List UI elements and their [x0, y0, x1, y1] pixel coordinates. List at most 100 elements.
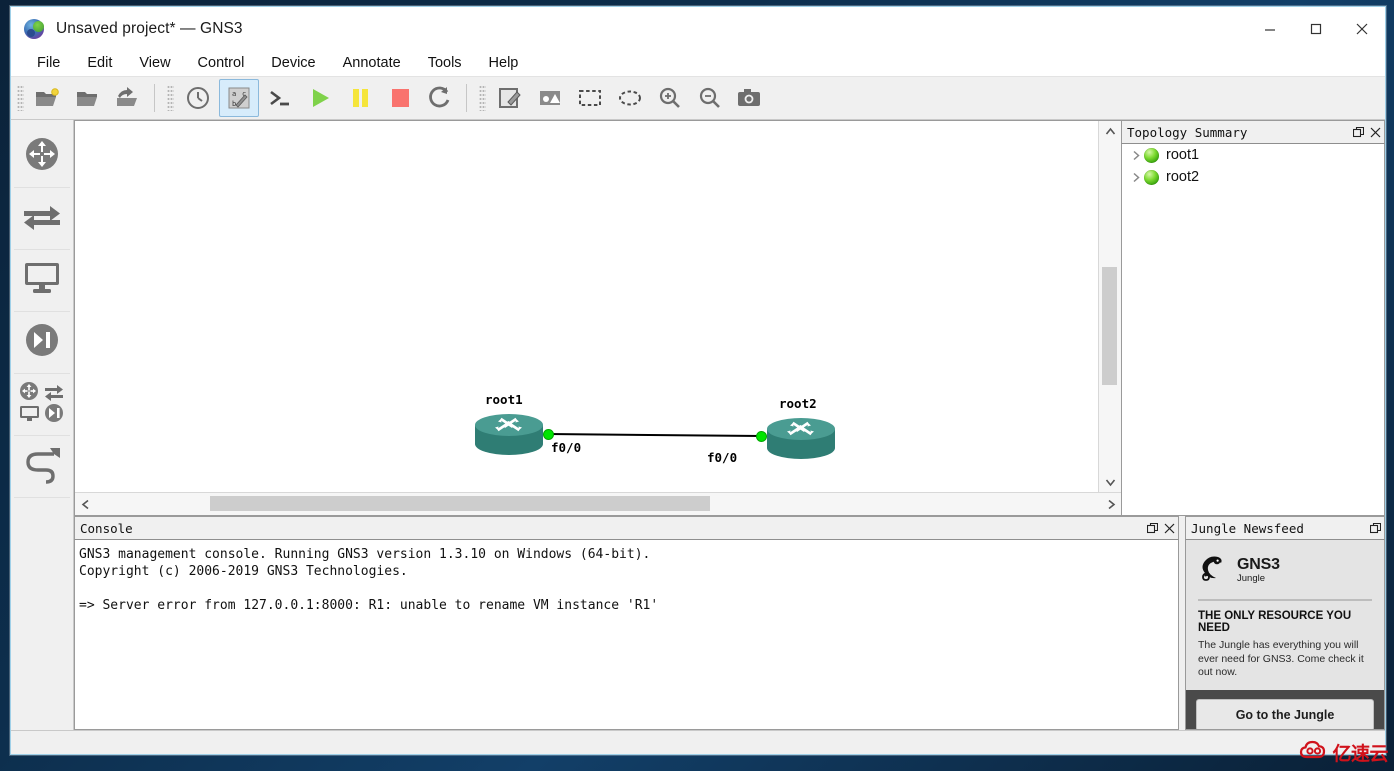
port-label-root1[interactable]: f0/0: [551, 440, 581, 455]
window-title: Unsaved project* — GNS3: [56, 19, 243, 37]
newsfeed-card: GNS3 Jungle THE ONLY RESOURCE YOU NEED T…: [1186, 540, 1384, 690]
save-project-icon[interactable]: [109, 80, 147, 116]
add-note-icon[interactable]: [491, 80, 529, 116]
status-led-root2: [1144, 169, 1159, 185]
show-hide-interface-labels-icon[interactable]: a c b: [219, 79, 259, 117]
newsfeed-heading: THE ONLY RESOURCE YOU NEED: [1198, 610, 1352, 634]
menu-device[interactable]: Device: [269, 54, 317, 73]
newsfeed-logo-title: GNS3: [1237, 556, 1280, 574]
open-project-icon[interactable]: [69, 80, 107, 116]
gns3-jungle-logo: GNS3 Jungle: [1198, 554, 1372, 587]
topology-summary-titlebar: Topology Summary: [1121, 120, 1385, 144]
newsfeed-title: Jungle Newsfeed: [1191, 520, 1304, 536]
all-devices-button[interactable]: [14, 374, 70, 436]
chevron-right-icon[interactable]: [1128, 172, 1144, 183]
horizontal-scrollbar-thumb[interactable]: [210, 496, 710, 511]
topology-summary-dock: Topology Summary root1 root2: [1121, 120, 1385, 516]
node-label-root1[interactable]: root1: [485, 392, 523, 407]
title-bar: Unsaved project* — GNS3: [11, 7, 1385, 50]
chevron-right-icon[interactable]: [1128, 150, 1144, 161]
toolbar-grip[interactable]: [17, 85, 24, 111]
switches-button[interactable]: [14, 188, 70, 250]
console-prompt-icon[interactable]: [261, 80, 299, 116]
console-error-line: => Server error from 127.0.0.1:8000: R1:…: [79, 597, 1178, 614]
canvas-row: root1 root2 f0/0 f0/0: [75, 121, 1121, 492]
float-icon[interactable]: [1144, 519, 1161, 537]
list-item[interactable]: root2: [1122, 166, 1384, 188]
draw-ellipse-icon[interactable]: [611, 80, 649, 116]
pause-icon[interactable]: [341, 80, 379, 116]
close-button[interactable]: [1339, 7, 1385, 50]
node-root1[interactable]: [473, 411, 545, 462]
snapshot-clock-icon[interactable]: [179, 80, 217, 116]
scroll-left-icon[interactable]: [75, 499, 95, 510]
minimize-button[interactable]: [1247, 7, 1293, 50]
stop-icon[interactable]: [381, 80, 419, 116]
insert-picture-icon[interactable]: [531, 80, 569, 116]
topology-link: [547, 433, 762, 437]
port-label-root2[interactable]: f0/0: [707, 450, 737, 465]
list-item[interactable]: root1: [1122, 144, 1384, 166]
all-devices-icon: [17, 380, 67, 429]
vertical-scrollbar-thumb[interactable]: [1102, 267, 1117, 385]
scroll-up-icon[interactable]: [1099, 121, 1121, 141]
menu-bar: File Edit View Control Device Annotate T…: [11, 50, 1385, 76]
routers-button[interactable]: [14, 126, 70, 188]
add-link-button[interactable]: [14, 436, 70, 498]
switch-icon: [20, 198, 64, 239]
menu-file[interactable]: File: [35, 54, 62, 73]
float-icon[interactable]: [1350, 123, 1367, 141]
close-icon[interactable]: [1367, 123, 1384, 141]
end-devices-button[interactable]: [14, 250, 70, 312]
menu-edit[interactable]: Edit: [85, 54, 114, 73]
menu-view[interactable]: View: [137, 54, 172, 73]
console-line: GNS3 management console. Running GNS3 ve…: [79, 547, 651, 562]
divider: [1198, 599, 1372, 601]
port-dot-root2[interactable]: [756, 431, 767, 442]
screenshot-icon[interactable]: [731, 80, 769, 116]
scroll-right-icon[interactable]: [1101, 499, 1121, 510]
draw-rectangle-icon[interactable]: [571, 80, 609, 116]
canvas-vertical-scrollbar[interactable]: [1098, 121, 1121, 492]
console-output[interactable]: GNS3 management console. Running GNS3 ve…: [74, 540, 1179, 730]
topology-canvas[interactable]: root1 root2 f0/0 f0/0: [75, 121, 1098, 492]
jungle-newsfeed-dock: Jungle Newsfeed GNS3 Jungle THE ONLY RES…: [1185, 516, 1385, 730]
main-toolbar: a c b: [11, 76, 1385, 120]
zoom-in-icon[interactable]: [651, 80, 689, 116]
menu-control[interactable]: Control: [196, 54, 247, 73]
watermark-text: 亿速云: [1332, 744, 1388, 765]
go-to-jungle-button[interactable]: Go to the Jungle: [1196, 698, 1374, 729]
reload-icon[interactable]: [421, 80, 459, 116]
scroll-down-icon[interactable]: [1099, 472, 1121, 492]
device-toolbar: [11, 120, 74, 730]
port-dot-root1[interactable]: [543, 429, 554, 440]
newsfeed-body: GNS3 Jungle THE ONLY RESOURCE YOU NEED T…: [1185, 540, 1385, 730]
console-title: Console: [80, 520, 133, 536]
new-project-icon[interactable]: [29, 80, 67, 116]
menu-help[interactable]: Help: [487, 54, 521, 73]
start-icon[interactable]: [301, 80, 339, 116]
node-root2[interactable]: [765, 415, 837, 466]
newsfeed-footer: Go to the Jungle: [1186, 689, 1384, 729]
svg-text:b: b: [232, 100, 236, 108]
float-icon[interactable]: [1367, 519, 1384, 537]
menu-tools[interactable]: Tools: [426, 54, 464, 73]
topology-canvas-panel: root1 root2 f0/0 f0/0: [74, 120, 1121, 516]
toolbar-grip-3[interactable]: [479, 85, 486, 111]
gns3-chameleon-icon: [24, 18, 46, 40]
canvas-horizontal-scrollbar[interactable]: [75, 492, 1121, 515]
firewall-icon: [21, 319, 63, 366]
topology-item-label: root1: [1166, 147, 1200, 163]
security-devices-button[interactable]: [14, 312, 70, 374]
watermark: 亿速云: [1299, 738, 1388, 767]
upper-area: root1 root2 f0/0 f0/0 Topology Summary r…: [74, 120, 1385, 516]
node-label-root2[interactable]: root2: [779, 396, 817, 411]
close-icon[interactable]: [1161, 519, 1178, 537]
newsfeed-titlebar: Jungle Newsfeed: [1185, 516, 1385, 540]
menu-annotate[interactable]: Annotate: [341, 54, 403, 73]
zoom-out-icon[interactable]: [691, 80, 729, 116]
maximize-button[interactable]: [1293, 7, 1339, 50]
link-cable-icon: [20, 444, 64, 489]
toolbar-grip-2[interactable]: [167, 85, 174, 111]
